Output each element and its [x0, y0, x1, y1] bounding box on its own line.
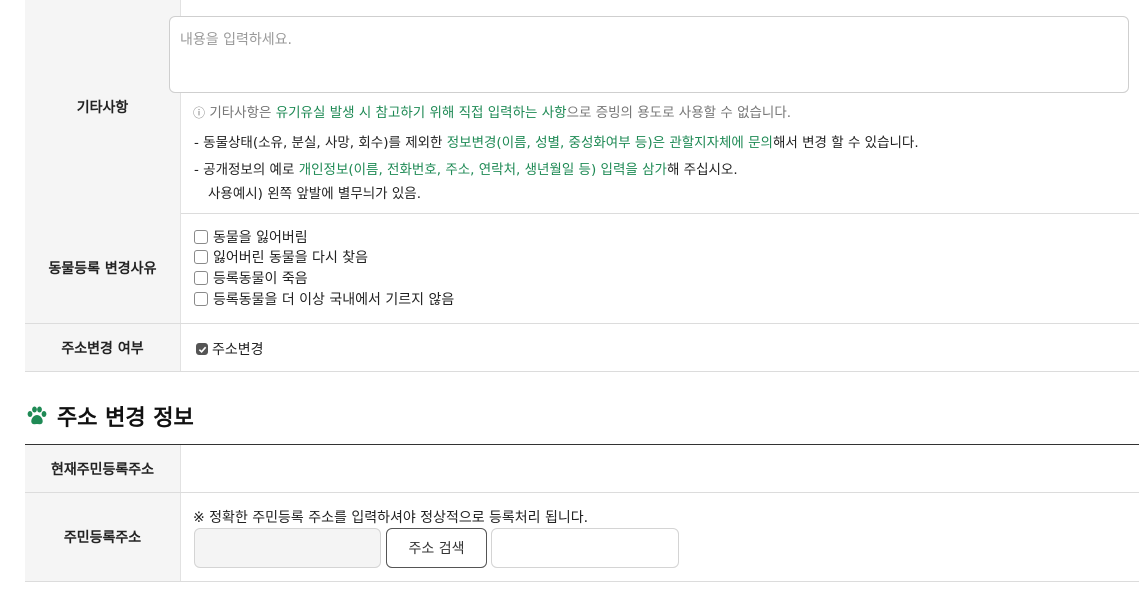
etc-note-1: - 동물상태(소유, 분실, 사망, 회수)를 제외한 정보변경(이름, 성별,…: [194, 131, 919, 151]
info-prefix: 기타사항은: [209, 105, 276, 121]
address-change-option[interactable]: 주소변경: [196, 339, 264, 359]
checkbox[interactable]: [194, 230, 208, 244]
info-icon: ⓘ: [193, 106, 206, 120]
checkbox-checked[interactable]: [196, 343, 208, 355]
etc-placeholder: 내용을 입력하세요.: [180, 32, 292, 48]
change-reason-row: 동물등록 변경사유: [25, 213, 1139, 324]
address-search-button[interactable]: 주소 검색: [386, 528, 487, 568]
note1-highlight: 정보변경(이름, 성별, 중성화여부 등)은 관할지자체에 문의: [446, 135, 773, 151]
checkbox[interactable]: [194, 292, 208, 306]
check-icon: [198, 346, 206, 353]
info-suffix: 으로 증빙의 용도로 사용할 수 없습니다.: [566, 105, 792, 121]
etc-info-note: ⓘ 기타사항은 유기유실 발생 시 참고하기 위해 직접 입력하는 사항으로 증…: [193, 101, 791, 121]
note1-suffix: 해서 변경 할 수 있습니다.: [772, 135, 919, 151]
etc-note-2-example: 사용예시) 왼쪽 앞발에 별무늬가 있음.: [208, 186, 422, 202]
reason-option-lost[interactable]: 동물을 잃어버림: [194, 227, 308, 247]
info-highlight: 유기유실 발생 시 참고하기 위해 직접 입력하는 사항: [275, 105, 567, 121]
current-address-row: 현재주민등록주소: [25, 445, 1139, 493]
option-label: 등록동물을 더 이상 국내에서 기르지 않음: [213, 292, 455, 308]
etc-label: 기타사항: [25, 0, 181, 213]
section-title-text: 주소 변경 정보: [57, 406, 194, 431]
address-change-checkbox-label: 주소변경: [212, 342, 264, 358]
note1-prefix: - 동물상태(소유, 분실, 사망, 회수)를 제외한: [194, 135, 447, 151]
address-change-row: 주소변경 여부: [25, 324, 1139, 372]
note2-suffix: 해 주십시오.: [666, 162, 738, 178]
paw-icon: [27, 406, 47, 425]
option-label: 동물을 잃어버림: [213, 230, 308, 246]
current-address-label: 현재주민등록주소: [25, 445, 181, 492]
reason-option-not-raised[interactable]: 등록동물을 더 이상 국내에서 기르지 않음: [194, 289, 454, 309]
etc-note-2: - 공개정보의 예로 개인정보(이름, 전화번호, 주소, 연락처, 생년월일 …: [194, 158, 738, 178]
option-label: 잃어버린 동물을 다시 찾음: [213, 250, 369, 266]
change-reason-label: 동물등록 변경사유: [25, 213, 181, 323]
checkbox[interactable]: [194, 271, 208, 285]
reason-option-found[interactable]: 잃어버린 동물을 다시 찾음: [194, 247, 368, 267]
address-change-label: 주소변경 여부: [25, 324, 181, 371]
note2-prefix: - 공개정보의 예로: [194, 162, 299, 178]
address-input[interactable]: [491, 528, 679, 568]
resident-address-label: 주민등록주소: [25, 493, 181, 581]
note2-highlight: 개인정보(이름, 전화번호, 주소, 연락처, 생년월일 등) 입력을 삼가: [298, 162, 667, 178]
reason-option-died[interactable]: 등록동물이 죽음: [194, 268, 308, 288]
resident-address-notice: ※ 정확한 주민등록 주소를 입력하셔야 정상적으로 등록처리 됩니다.: [193, 510, 589, 526]
checkbox[interactable]: [194, 250, 208, 264]
option-label: 등록동물이 죽음: [213, 271, 308, 287]
etc-textarea[interactable]: 내용을 입력하세요.: [169, 16, 1129, 93]
section-title: 주소 변경 정보: [25, 400, 194, 432]
postcode-input[interactable]: [194, 528, 381, 568]
